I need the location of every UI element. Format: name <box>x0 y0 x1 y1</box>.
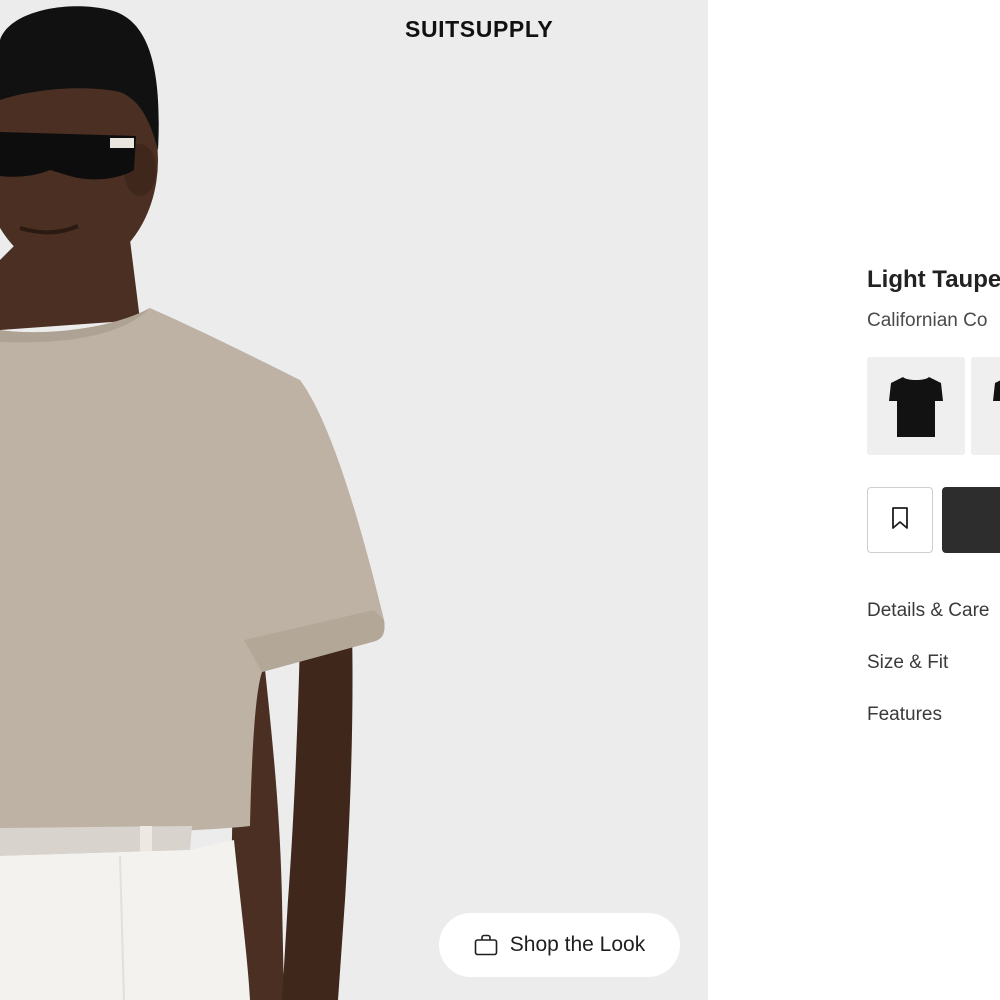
product-page: SUITSUPPLY Shop the Look Light Taupe Cal… <box>0 0 1000 1000</box>
product-image-gallery[interactable]: SUITSUPPLY Shop the Look <box>0 0 708 1000</box>
shop-the-look-button[interactable]: Shop the Look <box>439 913 680 977</box>
shopping-bag-icon <box>474 934 498 956</box>
add-to-bag-button[interactable] <box>942 487 1000 553</box>
bookmark-icon <box>891 506 909 535</box>
color-swatch-2[interactable] <box>971 357 1000 455</box>
brand-logo[interactable]: SUITSUPPLY <box>405 16 553 43</box>
color-swatch-black[interactable] <box>867 357 965 455</box>
accordion-size-fit[interactable]: Size & Fit <box>867 652 948 674</box>
product-info-panel: Light Taupe Californian Co Details & Car… <box>708 0 1000 1000</box>
product-subtitle: Californian Co <box>867 310 988 331</box>
accordion-details-care[interactable]: Details & Care <box>867 600 990 622</box>
shop-the-look-label: Shop the Look <box>509 933 646 956</box>
tshirt-thumbnail <box>993 380 1000 401</box>
tshirt-thumbnail <box>889 377 943 437</box>
model-trousers <box>0 840 250 1000</box>
product-title: Light Taupe <box>867 266 1000 293</box>
bookmark-button[interactable] <box>867 487 933 553</box>
model-photo <box>0 6 385 1000</box>
accordion-features[interactable]: Features <box>867 704 942 726</box>
